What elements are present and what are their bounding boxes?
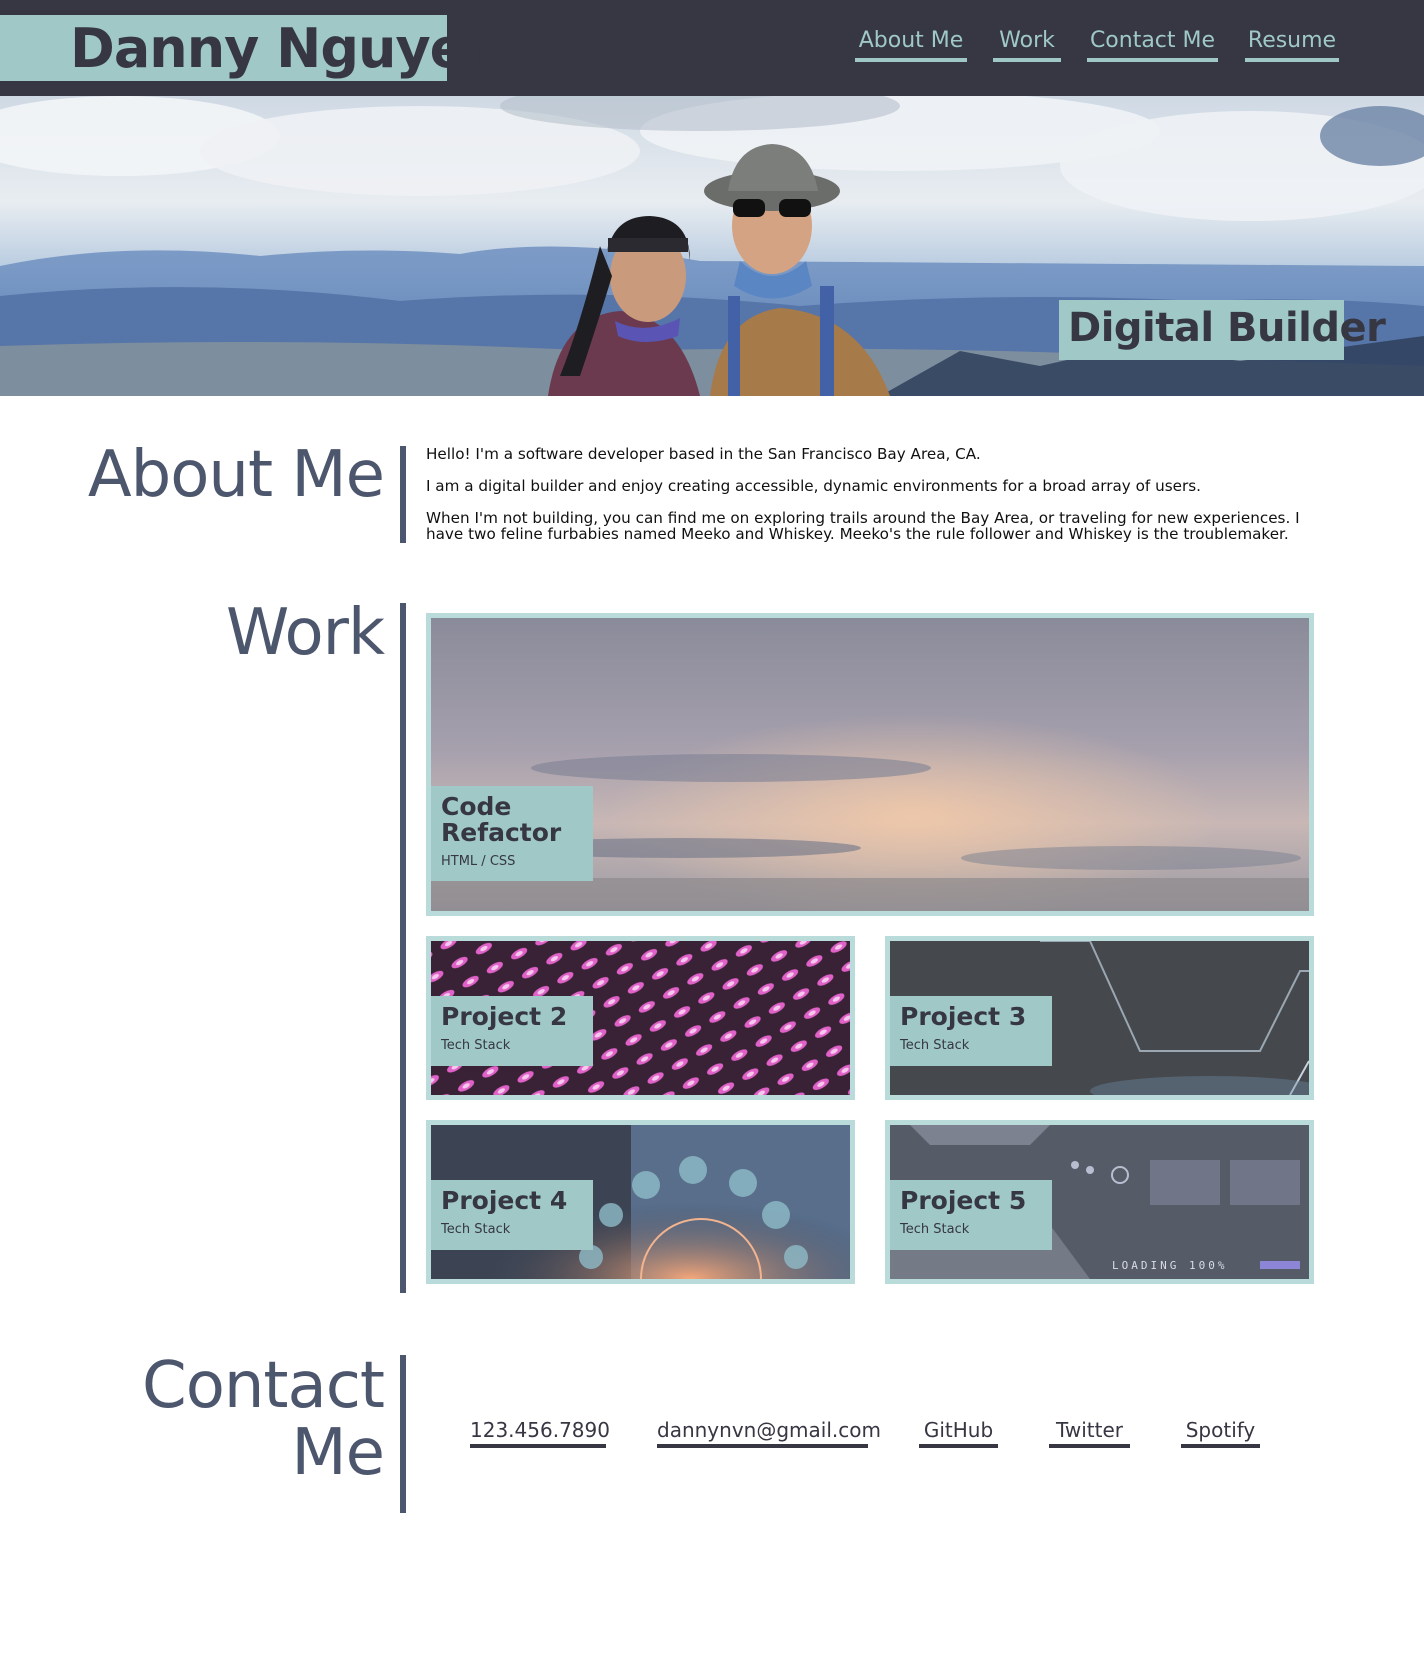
project-title: Project 2	[441, 1002, 568, 1031]
project-stack: Tech Stack	[900, 1222, 970, 1237]
contact-spotify-link[interactable]: Spotify	[1181, 1418, 1260, 1448]
about-paragraph: Hello! I'm a software developer based in…	[426, 445, 981, 463]
nav-link-contact[interactable]: Contact Me	[1087, 26, 1218, 62]
contact-heading-line: Me	[291, 1415, 385, 1490]
about-divider	[400, 446, 406, 543]
project-card-4[interactable]: Project 4 Tech Stack	[426, 1120, 855, 1284]
project-card-code-refactor[interactable]: Code Refactor HTML / CSS	[426, 613, 1314, 916]
project-label: Project 2 Tech Stack	[431, 996, 593, 1066]
contact-github-link[interactable]: GitHub	[919, 1418, 998, 1448]
project-card-5[interactable]: LOADING 100% Project 5 Tech Stack	[885, 1120, 1314, 1284]
about-body: Hello! I'm a software developer based in…	[426, 446, 1326, 558]
nav-link-resume[interactable]: Resume	[1245, 26, 1339, 62]
work-heading: Work	[225, 596, 385, 670]
hero-tagline: Digital Builder	[1068, 305, 1386, 351]
hero-tagline-block: Digital Builder	[1059, 300, 1386, 360]
contact-heading-line: Contact	[142, 1349, 385, 1423]
project-stack: HTML / CSS	[441, 854, 516, 869]
project-label: Project 5 Tech Stack	[890, 1180, 1052, 1250]
about-paragraph: When I'm not building, you can find me o…	[426, 509, 1300, 543]
hero-banner: Digital Builder	[0, 96, 1424, 396]
project-label: Project 3 Tech Stack	[890, 996, 1052, 1066]
site-title: Danny Nguyen	[70, 17, 504, 80]
work-divider	[400, 603, 406, 1293]
project-title: Project 3	[900, 1002, 1027, 1031]
project-card-3[interactable]: Project 3 Tech Stack	[885, 936, 1314, 1100]
contact-heading: Contact Me	[142, 1349, 385, 1490]
project-label: Code Refactor HTML / CSS	[431, 786, 593, 881]
project-stack: Tech Stack	[441, 1038, 511, 1053]
contact-email-link[interactable]: dannynvn@gmail.com	[657, 1418, 881, 1448]
project-stack: Tech Stack	[900, 1038, 970, 1053]
contact-divider	[400, 1355, 406, 1513]
project-stack: Tech Stack	[441, 1222, 511, 1237]
project-title: Code Refactor	[441, 792, 562, 847]
about-paragraph: I am a digital builder and enjoy creatin…	[426, 477, 1201, 495]
loading-overlay-text: LOADING 100%	[1112, 1259, 1227, 1272]
contact-phone-link[interactable]: 123.456.7890	[470, 1418, 610, 1448]
nav-link-work[interactable]: Work	[993, 26, 1061, 62]
project-label: Project 4 Tech Stack	[431, 1180, 593, 1250]
project-title: Project 5	[900, 1186, 1027, 1215]
site-header: Danny Nguyen About Me Work Contact Me Re…	[0, 0, 1424, 96]
contact-twitter-link[interactable]: Twitter	[1049, 1418, 1130, 1448]
project-card-2[interactable]: Project 2 Tech Stack	[426, 936, 855, 1100]
nav-link-about[interactable]: About Me	[855, 26, 967, 62]
brand-block: Danny Nguyen	[0, 15, 504, 81]
project-title: Project 4	[441, 1186, 568, 1215]
about-heading: About Me	[87, 438, 385, 512]
